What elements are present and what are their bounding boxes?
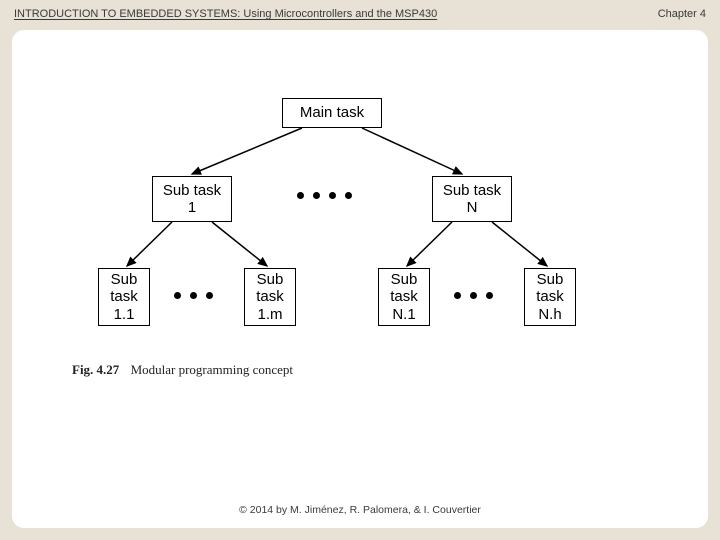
node-sub-task-1: Sub task 1 (152, 176, 232, 222)
book-title: INTRODUCTION TO EMBEDDED SYSTEMS: Using … (14, 8, 437, 20)
ellipsis-level2-left (174, 292, 213, 299)
node-sub-task-1-1: Sub task 1.1 (98, 268, 150, 326)
chapter-label: Chapter 4 (658, 8, 706, 20)
node-sub-task-n-1: Sub task N.1 (378, 268, 430, 326)
node-sub-task-n-h: Sub task N.h (524, 268, 576, 326)
slide-header: INTRODUCTION TO EMBEDDED SYSTEMS: Using … (0, 0, 720, 24)
ellipsis-level1 (297, 192, 352, 199)
node-main-task: Main task (282, 98, 382, 128)
node-sub-task-n: Sub task N (432, 176, 512, 222)
ellipsis-level2-right (454, 292, 493, 299)
slide-body: Main task Sub task 1 Sub task N Sub task… (12, 30, 708, 528)
figure-caption-text: Modular programming concept (131, 362, 293, 377)
hierarchy-diagram: Main task Sub task 1 Sub task N Sub task… (62, 70, 622, 400)
figure-number: Fig. 4.27 (72, 362, 119, 377)
figure-caption: Fig. 4.27 Modular programming concept (72, 362, 293, 378)
node-sub-task-1-m: Sub task 1.m (244, 268, 296, 326)
footer-copyright: © 2014 by M. Jiménez, R. Palomera, & I. … (12, 504, 708, 516)
